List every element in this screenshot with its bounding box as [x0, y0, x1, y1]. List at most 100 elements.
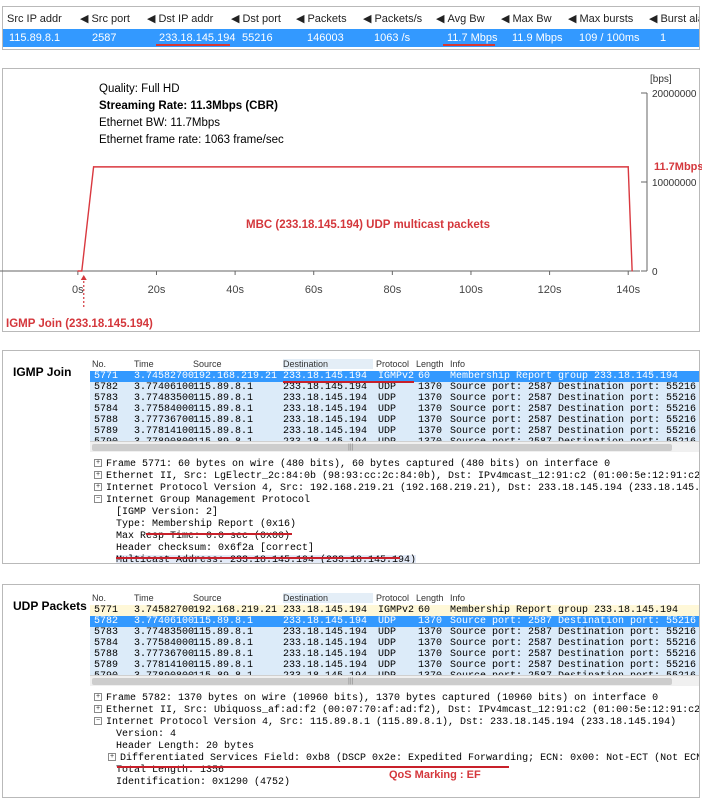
detail-text: Frame 5771: 60 bytes on wire (480 bits),… [106, 459, 611, 470]
detail-line[interactable]: Header Length: 20 bytes [116, 741, 254, 753]
y-tick-label: 0 [652, 267, 658, 278]
expand-icon[interactable]: + [94, 471, 102, 480]
packet-cell-destination: 233.18.145.194 [283, 638, 368, 649]
packet-row[interactable]: 5784 3.77584000 115.89.8.1 233.18.145.194 UD… [90, 638, 699, 649]
dscp-underline [117, 766, 509, 768]
packet-row[interactable]: 5783 3.77483500 115.89.8.1 233.18.145.194 UD… [90, 393, 699, 404]
packet-cell-no: 5789 [94, 426, 119, 437]
packet-cell-time: 3.77584000 [134, 404, 195, 415]
udp-packet-list[interactable]: No. Time Source Destination Protocol Length In… [90, 593, 699, 675]
packet-cell-length: 1370 [418, 415, 443, 426]
col-header-source[interactable]: Source [193, 593, 222, 603]
detail-text: Header checksum: 0x6f2a [correct] [116, 543, 315, 554]
col-header-time[interactable]: Time [134, 359, 154, 369]
col-header-destination[interactable]: Destination [283, 593, 373, 603]
y-tick-label: 10000000 [652, 178, 697, 189]
packet-cell-protocol: UDP [378, 404, 397, 415]
collapse-icon[interactable]: − [94, 717, 102, 726]
col-header-time[interactable]: Time [134, 593, 154, 603]
col-header-length[interactable]: Length [416, 359, 444, 369]
collapse-icon[interactable]: − [94, 495, 102, 504]
packet-cell-length: 60 [418, 605, 431, 616]
packet-cell-protocol: IGMPv2 [378, 605, 415, 616]
igmp-join-panel: IGMP Join No. Time Source Destination Protoc… [2, 350, 700, 564]
x-tick-label: 40s [226, 284, 244, 296]
packet-row[interactable]: 5784 3.77584000 115.89.8.1 233.18.145.194 UD… [90, 404, 699, 415]
packet-cell-time: 3.77406100 [134, 382, 195, 393]
packet-row[interactable]: 5771 3.74582700 192.168.219.21 233.18.145.1… [90, 605, 699, 616]
packet-cell-no: 5784 [94, 638, 119, 649]
packet-row[interactable]: 5783 3.77483500 115.89.8.1 233.18.145.194 UD… [90, 627, 699, 638]
expand-icon[interactable]: + [94, 459, 102, 468]
packet-cell-destination: 233.18.145.194 [283, 415, 368, 426]
col-header-no[interactable]: No. [92, 359, 106, 369]
packet-cell-no: 5788 [94, 415, 119, 426]
detail-line[interactable]: + Differentiated Services Field: 0xb8 (DS… [108, 753, 699, 765]
qos-marking-annotation: QoS Marking : EF [389, 769, 481, 781]
detail-line[interactable]: [IGMP Version: 2] [116, 507, 218, 519]
col-header-info[interactable]: Info [450, 359, 465, 369]
detail-line[interactable]: + Frame 5771: 60 bytes on wire (480 bits)… [94, 459, 610, 471]
detail-line[interactable]: + Frame 5782: 1370 bytes on wire (10960 b… [94, 693, 658, 705]
series-point [92, 166, 95, 168]
packet-cell-length: 1370 [418, 404, 443, 415]
x-tick-label: 120s [538, 284, 562, 296]
packet-cell-source: 115.89.8.1 [193, 627, 254, 638]
packet-cell-destination: 233.18.145.194 [283, 649, 368, 660]
detail-line[interactable]: Version: 4 [116, 729, 176, 741]
packet-row[interactable]: 5789 3.77814100 115.89.8.1 233.18.145.194 UD… [90, 426, 699, 437]
detail-text: Internet Group Management Protocol [106, 495, 311, 506]
detail-line[interactable]: + Internet Protocol Version 4, Src: 192.1… [94, 483, 700, 495]
detail-line[interactable]: − Internet Protocol Version 4, Src: 115.8… [94, 717, 676, 729]
packet-cell-info: Source port: 2587 Destination port: 5521… [450, 638, 697, 649]
expand-icon[interactable]: + [94, 693, 102, 702]
expand-icon[interactable]: + [108, 753, 116, 762]
packet-cell-destination: 233.18.145.194 [283, 605, 368, 616]
packet-cell-no: 5782 [94, 616, 119, 627]
packet-row[interactable]: 5782 3.77406100 115.89.8.1 233.18.145.194 UD… [90, 382, 699, 393]
packet-cell-source: 115.89.8.1 [193, 415, 254, 426]
packet-cell-time: 3.77406100 [134, 616, 195, 627]
detail-text: Internet Protocol Version 4, Src: 192.16… [106, 483, 700, 494]
packet-cell-source: 115.89.8.1 [193, 404, 254, 415]
membership-type-underline [146, 533, 292, 535]
packet-cell-protocol: UDP [378, 382, 397, 393]
expand-icon[interactable]: + [94, 483, 102, 492]
detail-line[interactable]: Type: Membership Report (0x16) [116, 519, 296, 531]
packet-cell-destination: 233.18.145.194 [283, 382, 368, 393]
packet-list-header: No. Time Source Destination Protocol Length In… [90, 593, 699, 605]
igmp-list-hscrollbar[interactable]: ||| [90, 441, 699, 452]
detail-line[interactable]: + Ethernet II, Src: LgElectr_2c:84:0b (98… [94, 471, 699, 483]
packet-row[interactable]: 5788 3.77736700 115.89.8.1 233.18.145.194 UD… [90, 649, 699, 660]
udp-list-hscrollbar[interactable]: ||| [90, 675, 699, 686]
col-header-info[interactable]: Info [450, 593, 465, 603]
detail-line[interactable]: Header checksum: 0x6f2a [correct] [116, 543, 314, 555]
igmp-packet-list[interactable]: No. Time Source Destination Protocol Length In… [90, 359, 699, 441]
scroll-thumb[interactable] [92, 444, 672, 451]
detail-line[interactable]: Identification: 0x1290 (4752) [116, 777, 290, 789]
x-tick-label: 100s [459, 284, 483, 296]
col-header-no[interactable]: No. [92, 593, 106, 603]
detail-line[interactable]: − Internet Group Management Protocol [94, 495, 310, 507]
col-header-length[interactable]: Length [416, 593, 444, 603]
packet-cell-protocol: UDP [378, 426, 397, 437]
packet-list-header: No. Time Source Destination Protocol Length In… [90, 359, 699, 371]
col-header-destination[interactable]: Destination [283, 359, 373, 369]
expand-icon[interactable]: + [94, 705, 102, 714]
x-tick-label: 140s [616, 284, 640, 296]
col-header-protocol[interactable]: Protocol [376, 593, 409, 603]
packet-row[interactable]: 5789 3.77814100 115.89.8.1 233.18.145.194 UD… [90, 660, 699, 671]
scroll-thumb[interactable] [92, 678, 672, 685]
packet-cell-info: Source port: 2587 Destination port: 5521… [450, 616, 697, 627]
col-header-protocol[interactable]: Protocol [376, 359, 409, 369]
series-point [631, 270, 633, 272]
detail-text: Identification: 0x1290 (4752) [116, 777, 291, 788]
packet-cell-info: Source port: 2587 Destination port: 5521… [450, 627, 697, 638]
packet-row[interactable]: 5788 3.77736700 115.89.8.1 233.18.145.194 UD… [90, 415, 699, 426]
packet-row[interactable]: 5782 3.77406100 115.89.8.1 233.18.145.194 UD… [90, 616, 699, 627]
packet-cell-protocol: UDP [378, 415, 397, 426]
packet-cell-info: Source port: 2587 Destination port: 5521… [450, 660, 697, 671]
detail-line[interactable]: + Ethernet II, Src: Ubiquoss_af:ad:f2 (00… [94, 705, 699, 717]
multicast-address-underline [116, 557, 400, 559]
col-header-source[interactable]: Source [193, 359, 222, 369]
